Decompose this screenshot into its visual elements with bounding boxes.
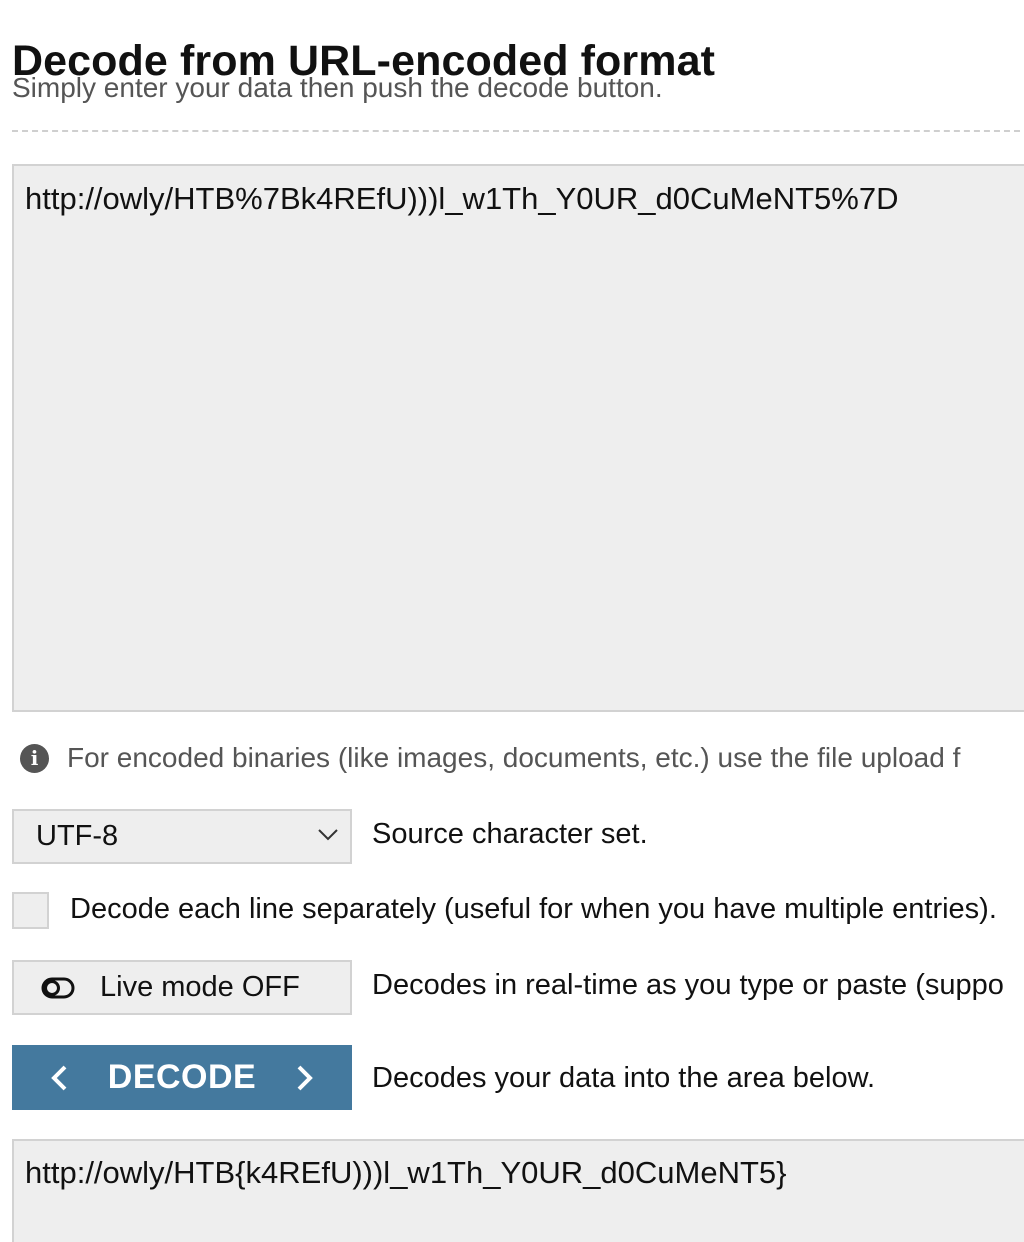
divider [12,130,1020,132]
toggle-off-icon [41,977,75,998]
page-subtitle: Simply enter your data then push the dec… [12,72,663,103]
decode-lines-checkbox[interactable] [12,892,49,929]
chevron-down-icon [318,829,338,841]
input-textarea[interactable]: http://owly/HTB%7Bk4REfU)))l_w1Th_Y0UR_d… [12,164,1024,712]
live-mode-button[interactable]: Live mode OFF [12,960,352,1015]
chevron-right-icon [297,1065,314,1090]
charset-selected-value: UTF-8 [36,820,119,852]
decode-button[interactable]: DECODE [12,1045,352,1110]
info-note: i For encoded binaries (like images, doc… [20,738,1024,778]
info-icon: i [20,743,49,773]
charset-select[interactable]: UTF-8 [12,809,352,864]
output-textarea[interactable]: http://owly/HTB{k4REfU)))l_w1Th_Y0UR_d0C… [12,1139,1024,1242]
charset-label: Source character set. [372,818,648,850]
decode-lines-label[interactable]: Decode each line separately (useful for … [70,893,1024,926]
decode-description: Decodes your data into the area below. [372,1062,875,1094]
info-text: For encoded binaries (like images, docum… [67,742,961,773]
chevron-left-icon [50,1065,67,1090]
decode-button-label: DECODE [107,1058,257,1096]
live-mode-description: Decodes in real-time as you type or past… [372,969,1004,1001]
live-mode-label: Live mode OFF [100,971,300,1003]
